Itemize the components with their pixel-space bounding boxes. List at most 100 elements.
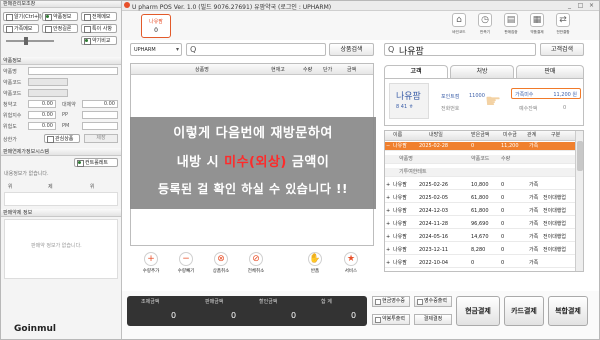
customer-tab-count: 0 <box>154 27 158 34</box>
history-cell-date: 2025-02-28 <box>419 143 449 149</box>
history-cell-name: 나유팜 <box>393 234 407 240</box>
table-row[interactable]: − 나유팜 2025-02-28 0 11,200 가족 <box>385 142 575 152</box>
special-note-toggle[interactable]: 특이 사항 <box>81 24 117 33</box>
table-row[interactable]: + 나유팜 2025-02-26 10,800 0 가족 <box>385 181 575 191</box>
family-balance-highlight: 가족미수 11,200 원 <box>511 88 581 99</box>
monitoring-empty-text: 내용정보가 없습니다. <box>4 171 49 177</box>
mixed-pay-button[interactable]: 복합결제 <box>548 296 588 326</box>
history-cell-due: 0 <box>501 247 505 253</box>
cancel-all-button[interactable]: ⊘ 전체취소 <box>241 252 271 279</box>
qty-minus-button[interactable]: − 수량빼기 <box>171 252 201 279</box>
font-size-slider[interactable] <box>6 40 54 42</box>
card-pay-button[interactable]: 카드결제 <box>504 296 544 326</box>
table-row[interactable]: + 나유팜 2022-10-04 0 0 가족 <box>385 259 575 269</box>
tab-prescription[interactable]: 처방 <box>450 65 514 78</box>
top-toolbar: 나유팜 0 ⌂ 바인코드 ◷ 반측기 ▤ 판매집중 ▦ 약품결제 ⇄ 전반결합 <box>122 11 600 40</box>
history-cell-date: 2024-05-16 <box>419 234 449 240</box>
table-row[interactable]: + 나유팜 2024-05-16 14,670 0 가족 전이대행업 <box>385 233 575 243</box>
table-row[interactable]: + 나유팜 2025-02-05 61,800 0 가족 전이대행업 <box>385 194 575 204</box>
family-memo-toggle[interactable]: 가족메모 <box>3 24 39 33</box>
sales-drug-info-title: 판매약제 정보 <box>0 209 121 217</box>
cancel-item-button[interactable]: ⊗ 상품취소 <box>206 252 236 279</box>
history-cell-paid: 8,280 <box>471 247 486 253</box>
table-row[interactable]: + 나유팜 2024-11-28 96,690 0 가족 전이대행업 <box>385 220 575 230</box>
label-stock: 청약고 <box>3 102 17 108</box>
history-cell-paid: 61,800 <box>471 195 489 201</box>
save-button[interactable]: 제장 <box>84 134 118 143</box>
expand-icon: + <box>386 208 391 214</box>
scale-button[interactable]: ◷ 반측기 <box>475 13 495 37</box>
chart-icon: ▤ <box>504 13 518 27</box>
history-cell-kind: 전이대행업 <box>543 221 567 227</box>
history-cell-due: 수량 <box>501 156 511 162</box>
table-row[interactable]: + 나유팜 2024-12-03 61,800 0 가족 전이대행업 <box>385 207 575 217</box>
watermark-logo: Goinmul <box>14 324 56 334</box>
scrollbar-thumb[interactable] <box>577 141 583 171</box>
expand-icon: + <box>386 234 391 240</box>
cash-pay-button[interactable]: 현금결제 <box>456 296 500 326</box>
history-cell-due: 0 <box>501 195 505 201</box>
substitute-field: 0.00 <box>82 100 118 108</box>
calendar-icon: ▦ <box>530 13 544 27</box>
history-cell-paid: 61,800 <box>471 208 489 214</box>
history-cell-paid: 0 <box>471 260 475 266</box>
product-search-input[interactable]: Q <box>186 43 326 56</box>
visit-history-table: 이름 내방일 받은금액 미수금 관계 구분 − 나유팜 2025-02-28 0 11,… <box>384 130 584 272</box>
maximize-icon[interactable]: □ <box>577 2 584 9</box>
tab-customer[interactable]: 고객 <box>384 65 448 78</box>
history-cell-rel: 가족 <box>529 234 539 240</box>
history-scrollbar[interactable] <box>575 131 583 271</box>
close-icon[interactable]: × <box>588 2 595 9</box>
control-checkbox[interactable]: 컨트롤레트 <box>74 158 118 167</box>
drug-info-toggle[interactable]: 약품정보 <box>42 12 78 21</box>
history-cell-date: 2025-02-26 <box>419 182 449 188</box>
tab-sales[interactable]: 판매 <box>516 65 584 78</box>
return-button[interactable]: ✋ 반품 <box>300 252 330 279</box>
safety-toggle[interactable]: 안정길론 <box>42 24 78 33</box>
tutorial-overlay: 이렇게 다음번에 재방문하여 내방 시 미수(외상) 금액이 등록된 걸 확인 … <box>130 117 376 209</box>
grid-header: 상품명 현재고 수량 단가 금액 <box>131 64 373 75</box>
combine-button[interactable]: ⇄ 전반결합 <box>553 13 573 37</box>
sales-assist-panel-title: 판매관리보조창 <box>0 0 121 8</box>
service-button[interactable]: ★ 서비스 <box>336 252 366 279</box>
sales-focus-button[interactable]: ▤ 판매집중 <box>501 13 521 37</box>
customer-search-input[interactable]: Q 나유팜 <box>384 43 536 57</box>
info-toggle-button[interactable]: 알기(Ctrl+I) <box>3 12 42 21</box>
label-max-price: 상한가 <box>3 137 17 143</box>
history-cell-rel: 가족 <box>529 195 539 201</box>
qty-add-button[interactable]: + 수량추가 <box>136 252 166 279</box>
history-subrow[interactable]: 기투여한테트 <box>385 168 575 178</box>
customer-tab-label: 나유팜 <box>149 19 163 25</box>
drug-payment-button[interactable]: ▦ 약품결제 <box>527 13 547 37</box>
minimize-icon[interactable]: _ <box>566 2 573 9</box>
drug-envelope-checkbox[interactable]: 약봉투출력 <box>372 314 410 325</box>
history-subrow[interactable]: 약품명 약품코드 수량 <box>385 155 575 165</box>
history-cell-due: 0 <box>501 208 505 214</box>
interest-product-checkbox[interactable]: 관심상품 <box>44 134 80 143</box>
all-memo-toggle[interactable]: 전체메모 <box>81 12 117 21</box>
history-cell-paid: 10,800 <box>471 182 489 188</box>
history-cell-kind: 전이대행업 <box>543 234 567 240</box>
hcol-date: 내방일 <box>429 132 443 138</box>
col-qty: 수량 <box>303 67 313 73</box>
overlay-line-1: 이렇게 다음번에 재방문하여 <box>173 126 333 141</box>
label-points: 포인트점 <box>441 94 460 100</box>
label-substitute: 대체약 <box>62 102 76 108</box>
table-row[interactable]: + 나유팜 2023-12-11 8,280 0 가족 전이대행업 <box>385 246 575 256</box>
customer-search-button[interactable]: 고객검색 <box>540 43 584 56</box>
receipt-print-checkbox[interactable]: 영수증출력 <box>414 296 452 307</box>
slider-handle[interactable] <box>24 37 28 45</box>
customer-tab[interactable]: 나유팜 0 <box>141 14 171 38</box>
compare-toggle[interactable]: 약기비교 <box>81 36 117 45</box>
label-phone: 전화번호 <box>441 106 460 112</box>
history-cell-name: 나유팜 <box>393 221 407 227</box>
label-drug-name: 약품명 <box>3 69 17 75</box>
product-search-button[interactable]: 상품검색 <box>329 43 374 56</box>
left-side-panel: 판매관리보조창 알기(Ctrl+I) 약품정보 전체메모 가족메모 안정길론 특… <box>0 0 122 340</box>
customer-age: 8 41 ㅎ <box>396 104 414 110</box>
history-cell-paid: 0 <box>471 143 475 149</box>
settle-button[interactable]: 결제결정 <box>414 314 452 325</box>
barcode-button[interactable]: ⌂ 바인코드 <box>449 13 469 37</box>
store-select[interactable]: UPHARM ▾ <box>130 43 182 56</box>
cash-receipt-checkbox[interactable]: 현금영수증 <box>372 296 410 307</box>
